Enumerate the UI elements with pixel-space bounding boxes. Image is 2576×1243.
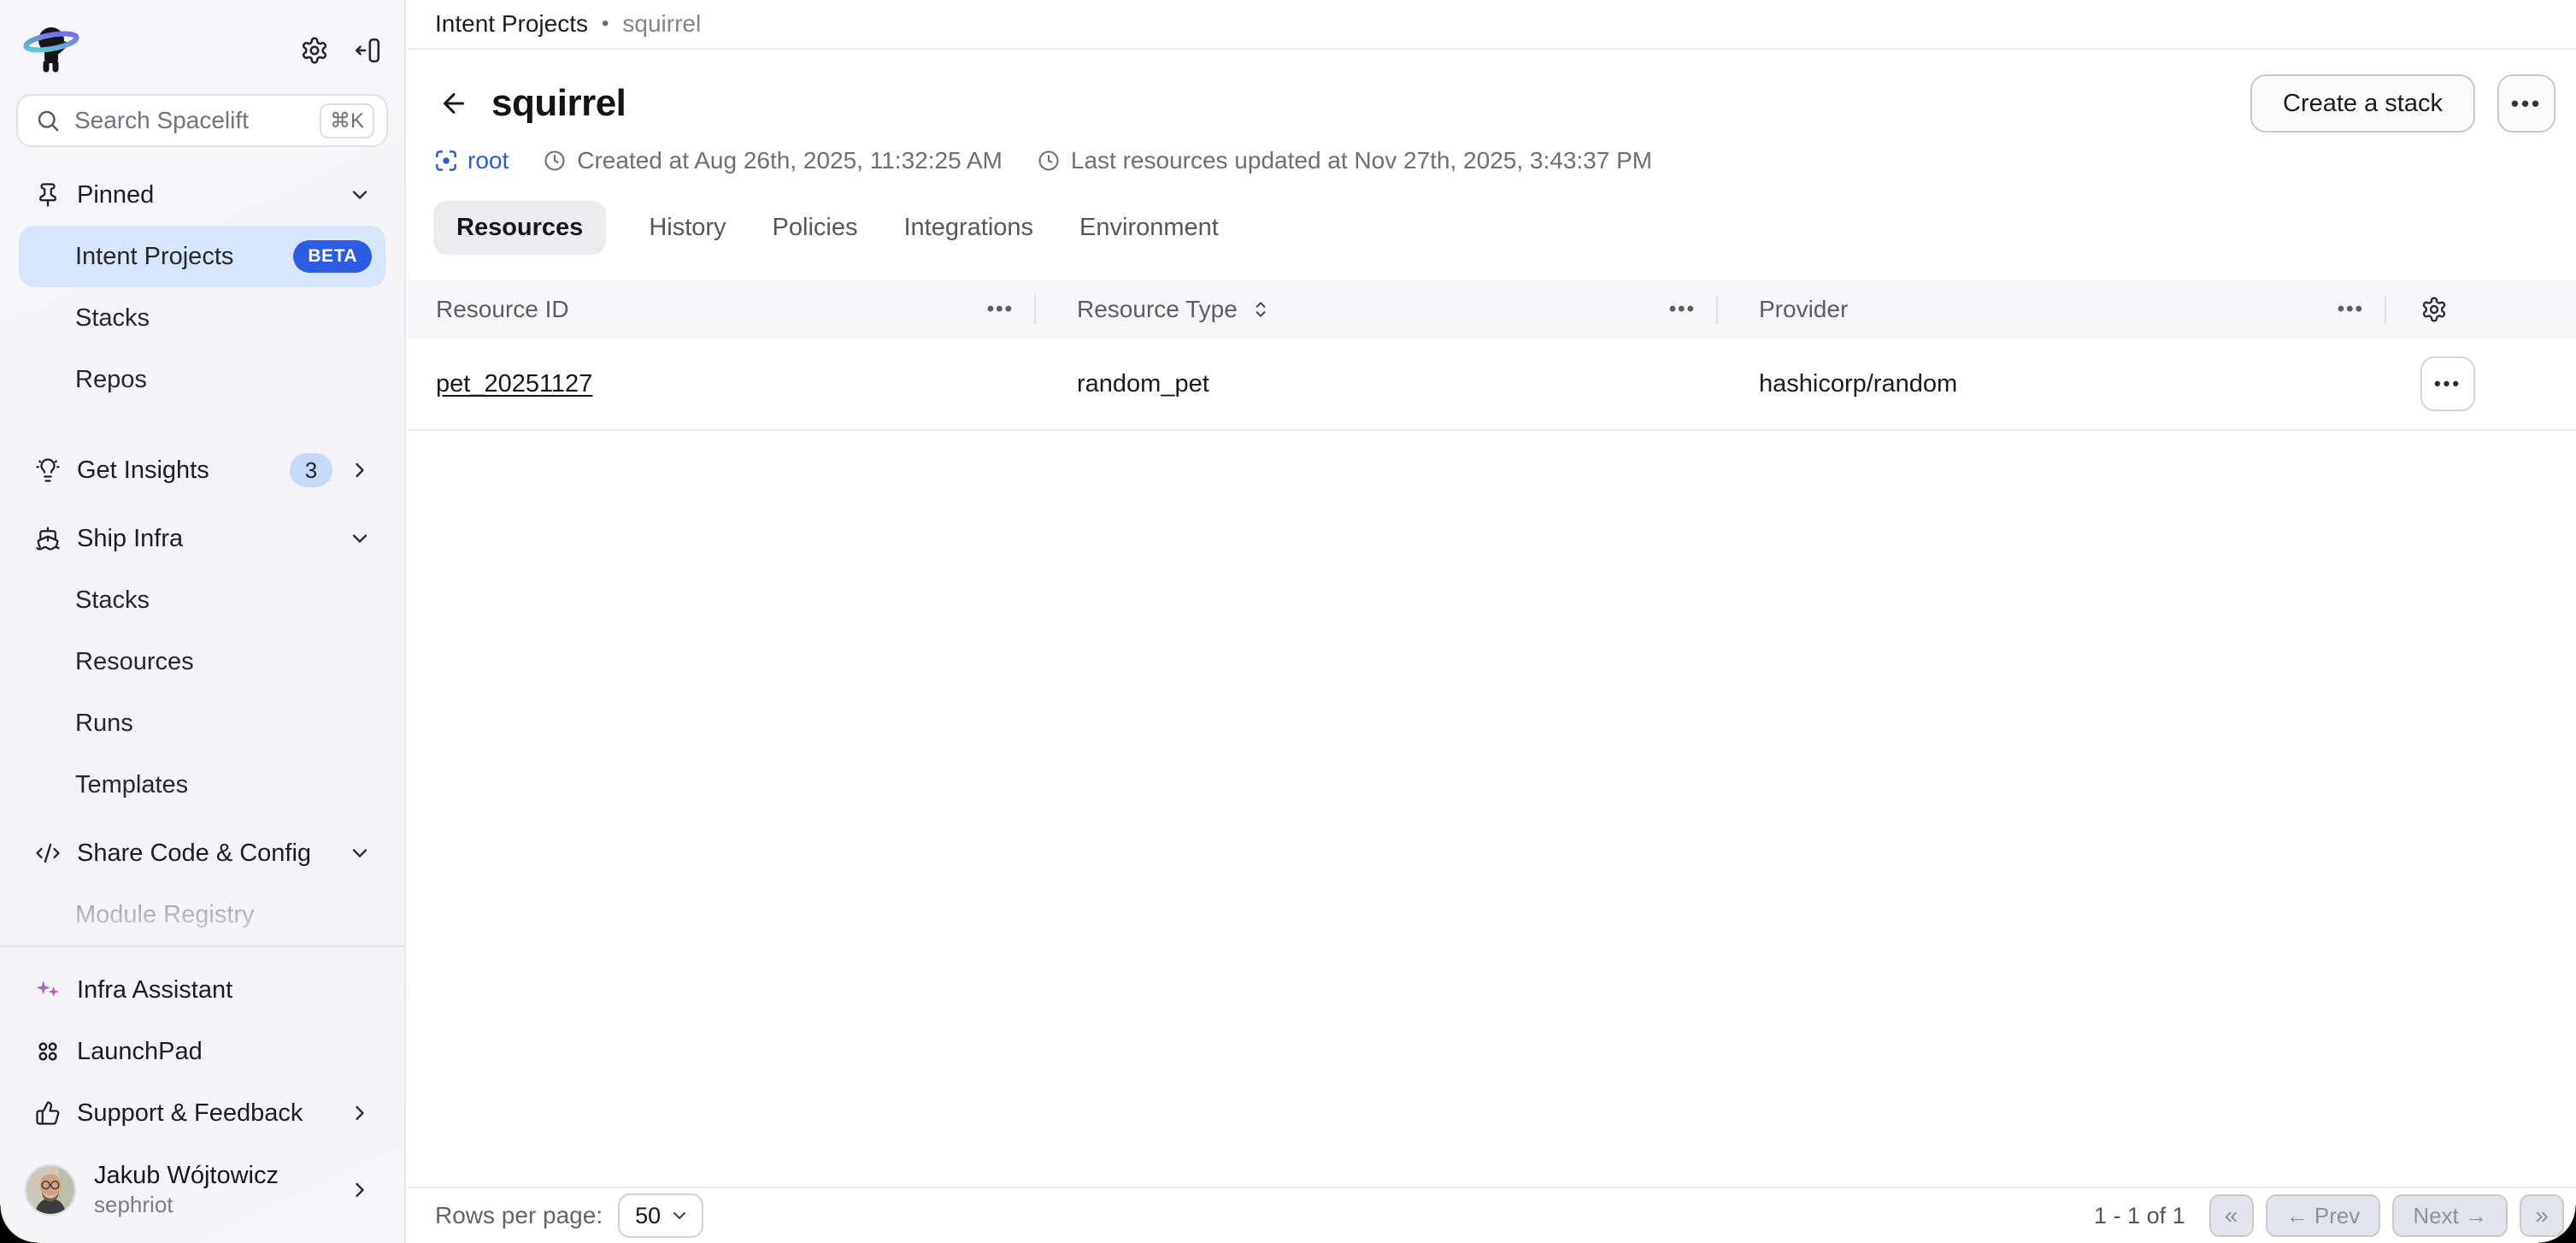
column-resource-id: Resource ID ••• — [408, 280, 1036, 339]
sidebar-section-ship-infra[interactable]: Ship Infra — [19, 508, 385, 569]
pinned-label: Pinned — [77, 181, 154, 209]
chevron-right-icon — [348, 458, 372, 482]
screen-corner — [2538, 1205, 2576, 1243]
chevron-right-icon — [348, 1178, 372, 1202]
sidebar-item-module-registry[interactable]: Module Registry — [19, 884, 385, 946]
sidebar-bottom: Infra Assistant LaunchPad — [0, 947, 404, 1243]
tab-environment[interactable]: Environment — [1076, 214, 1222, 242]
thumbs-up-icon — [34, 1100, 62, 1126]
chevron-right-icon — [348, 1101, 372, 1125]
ellipsis-icon: ••• — [2434, 374, 2461, 393]
chevron-down-icon — [669, 1205, 690, 1226]
launchpad-grid-icon — [34, 1039, 62, 1064]
page-header: squirrel Create a stack ••• — [408, 50, 2576, 255]
clock-icon — [543, 149, 567, 173]
sidebar-item-get-insights[interactable]: Get Insights 3 — [19, 439, 385, 501]
code-icon — [34, 840, 62, 866]
arrow-left-icon — [438, 88, 469, 119]
breadcrumb: Intent Projects • squirrel — [408, 0, 2576, 50]
sort-icon[interactable] — [1250, 298, 1272, 321]
rows-per-page-label: Rows per page: — [435, 1202, 603, 1229]
column-menu-icon[interactable]: ••• — [2338, 297, 2364, 321]
sidebar-section-share-code-config[interactable]: Share Code & Config — [19, 822, 385, 884]
beta-badge: BETA — [293, 240, 372, 273]
user-name: Jakub Wójtowicz — [94, 1162, 331, 1190]
sidebar-item-infra-assistant[interactable]: Infra Assistant — [19, 959, 385, 1021]
table-header: Resource ID ••• Resource Type ••• Provi — [408, 280, 2576, 339]
back-button[interactable] — [433, 83, 474, 124]
sidebar-item-stacks[interactable]: Stacks — [19, 569, 385, 631]
column-menu-icon[interactable]: ••• — [987, 297, 1014, 321]
last-updated-at: Last resources updated at Nov 27th, 2025… — [1037, 147, 1652, 174]
ellipsis-icon: ••• — [2511, 92, 2542, 115]
sidebar-item-runs[interactable]: Runs — [19, 692, 385, 754]
resource-type-cell: random_pet — [1036, 370, 1718, 398]
lightbulb-icon — [34, 457, 62, 483]
created-at: Created at Aug 26th, 2025, 11:32:25 AM — [543, 147, 1003, 174]
sidebar-item-pinned-stacks[interactable]: Stacks — [19, 287, 385, 349]
sidebar-section-pinned[interactable]: Pinned — [19, 164, 385, 226]
chevron-down-icon — [348, 183, 372, 207]
clock-icon — [1037, 149, 1061, 173]
next-page-button[interactable]: Next → — [2392, 1194, 2508, 1237]
search-field[interactable] — [74, 107, 306, 134]
screen-corner — [0, 1205, 38, 1243]
tab-policies[interactable]: Policies — [769, 214, 862, 242]
column-resource-type: Resource Type ••• — [1036, 280, 1718, 339]
sidebar-item-launchpad[interactable]: LaunchPad — [19, 1021, 385, 1082]
search-icon — [35, 108, 61, 133]
table-settings-gear-icon[interactable] — [2420, 296, 2448, 323]
column-provider: Provider ••• — [1718, 280, 2386, 339]
insights-count-badge: 3 — [290, 453, 332, 487]
collapse-sidebar-icon[interactable] — [353, 36, 382, 65]
pagination-range: 1 - 1 of 1 — [2094, 1203, 2185, 1229]
settings-gear-icon[interactable] — [300, 36, 329, 65]
sidebar-item-templates[interactable]: Templates — [19, 754, 385, 816]
table-row: pet_20251127 random_pet hashicorp/random… — [408, 339, 2576, 431]
breadcrumb-current: squirrel — [622, 10, 701, 38]
chevron-down-icon — [348, 841, 372, 865]
prev-page-button[interactable]: ← Prev — [2266, 1194, 2381, 1237]
pagination-bar: Rows per page: 50 1 - 1 of 1 « ← Prev Ne… — [408, 1187, 2576, 1243]
search-shortcut-badge: ⌘K — [320, 103, 374, 138]
tab-history[interactable]: History — [645, 214, 729, 242]
space-root-link[interactable]: root — [433, 147, 509, 174]
breadcrumb-separator: • — [602, 12, 609, 36]
tab-bar: Resources History Policies Integrations … — [433, 200, 2555, 255]
provider-cell: hashicorp/random — [1718, 370, 2386, 398]
main-content: Intent Projects • squirrel squirrel Crea… — [408, 0, 2576, 1243]
sparkles-icon — [34, 976, 62, 1004]
sidebar-header — [0, 0, 404, 85]
user-menu[interactable]: Jakub Wójtowicz sephriot — [19, 1149, 385, 1231]
sidebar-item-support-feedback[interactable]: Support & Feedback — [19, 1082, 385, 1144]
resources-table: Resource ID ••• Resource Type ••• Provi — [408, 280, 2576, 431]
first-page-button[interactable]: « — [2209, 1194, 2254, 1237]
sidebar: ⌘K Pinned Intent Projects BETA — [0, 0, 406, 1243]
spacelift-app: ⌘K Pinned Intent Projects BETA — [0, 0, 2576, 1243]
space-icon — [433, 148, 459, 174]
more-actions-button[interactable]: ••• — [2497, 74, 2555, 133]
sidebar-item-resources[interactable]: Resources — [19, 631, 385, 692]
project-meta: root Created at Aug 26th, 2025, 11:32:25… — [433, 145, 2555, 176]
page-title: squirrel — [491, 82, 626, 125]
spacelift-logo[interactable] — [22, 22, 80, 75]
create-stack-button[interactable]: Create a stack — [2250, 74, 2475, 133]
sidebar-item-intent-projects[interactable]: Intent Projects BETA — [19, 226, 385, 287]
sidebar-nav: Pinned Intent Projects BETA Stacks Repos — [0, 147, 404, 946]
tab-integrations[interactable]: Integrations — [900, 214, 1037, 242]
resource-id-link[interactable]: pet_20251127 — [436, 370, 592, 398]
sidebar-item-pinned-repos[interactable]: Repos — [19, 349, 385, 410]
user-handle: sephriot — [94, 1192, 331, 1218]
pin-icon — [34, 182, 62, 208]
ship-icon — [34, 526, 62, 551]
chevron-down-icon — [348, 527, 372, 551]
column-menu-icon[interactable]: ••• — [1669, 297, 1696, 321]
row-actions-button[interactable]: ••• — [2420, 356, 2475, 411]
column-settings — [2386, 280, 2576, 339]
tab-resources[interactable]: Resources — [433, 201, 606, 255]
rows-per-page-select[interactable]: 50 — [618, 1193, 703, 1238]
search-input[interactable]: ⌘K — [16, 94, 388, 147]
breadcrumb-intent-projects[interactable]: Intent Projects — [435, 10, 588, 38]
